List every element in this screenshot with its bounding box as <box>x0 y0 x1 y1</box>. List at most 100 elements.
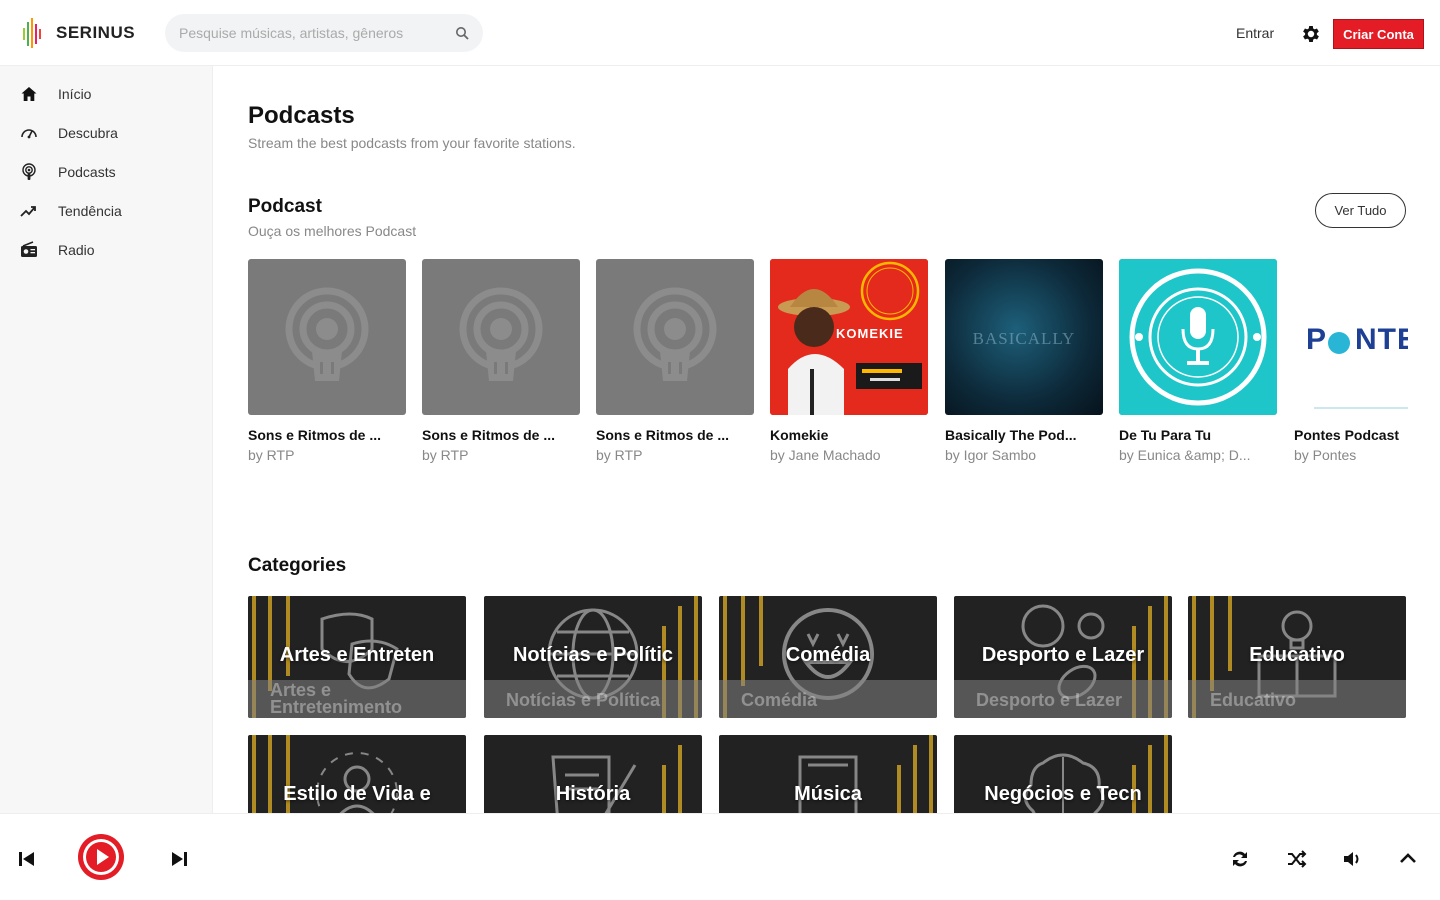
sidebar-item-label: Descubra <box>58 124 118 141</box>
podcast-title[interactable]: Sons e Ritmos de ... <box>596 427 754 443</box>
category-card-desporto[interactable]: Desporto e Lazer Desporto e Lazer <box>954 596 1172 718</box>
category-card-comedia[interactable]: Comédia Comédia <box>719 596 937 718</box>
category-name: Negócios e Tecn <box>984 783 1142 805</box>
category-card-musica[interactable]: Música <box>719 735 937 813</box>
repeat-button[interactable] <box>1228 847 1252 871</box>
category-label: Artes e Entretenimento <box>270 680 403 717</box>
category-name: História <box>555 783 631 805</box>
search-input[interactable] <box>179 25 455 41</box>
podcast-cover[interactable] <box>596 259 754 415</box>
see-all-button[interactable]: Ver Tudo <box>1315 193 1406 228</box>
category-name: Estilo de Vida e <box>283 783 431 805</box>
home-icon <box>21 86 37 101</box>
sidebar-item-trending[interactable]: Tendência <box>0 191 212 230</box>
podcast-card[interactable]: Sons e Ritmos de ... by RTP <box>422 259 580 463</box>
podcast-icon <box>22 162 36 180</box>
sidebar-item-label: Início <box>58 85 92 102</box>
expand-button[interactable] <box>1396 847 1420 871</box>
category-card-noticias[interactable]: Notícias e Polític Notícias e Política <box>484 596 702 718</box>
skip-previous-icon <box>19 852 34 866</box>
category-card-educativo[interactable]: Educativo Educativo <box>1188 596 1406 718</box>
podcast-author: by Pontes <box>1294 447 1357 463</box>
podcast-section-title: Podcast <box>248 196 322 217</box>
volume-button[interactable] <box>1340 847 1364 871</box>
skip-next-icon <box>172 852 187 866</box>
podcast-placeholder-icon <box>633 287 717 381</box>
komekie-logo-text: KOMEKIE <box>836 326 904 341</box>
podcast-card[interactable]: BASICALLY Basically The Pod... by Igor S… <box>945 259 1103 463</box>
podcast-carousel: Sons e Ritmos de ... by RTP Sons e Ritmo… <box>248 259 1408 469</box>
podcast-card[interactable]: Sons e Ritmos de ... by RTP <box>596 259 754 463</box>
gear-icon[interactable] <box>1300 23 1322 45</box>
sidebar-item-radio[interactable]: Radio <box>0 230 212 269</box>
play-icon <box>83 839 119 875</box>
podcast-title[interactable]: Sons e Ritmos de ... <box>248 427 406 443</box>
category-label: Educativo <box>1210 690 1297 710</box>
podcast-title[interactable]: Pontes Podcast <box>1294 427 1408 443</box>
create-account-button[interactable]: Criar Conta <box>1333 19 1424 49</box>
category-name: Artes e Entreten <box>279 644 435 666</box>
page-title: Podcasts <box>248 102 355 129</box>
sidebar-item-label: Radio <box>58 241 95 258</box>
category-name: Música <box>794 783 862 805</box>
podcast-cover[interactable] <box>248 259 406 415</box>
shuffle-button[interactable] <box>1284 847 1308 871</box>
app-name: SERINUS <box>56 23 136 42</box>
category-name: Comédia <box>785 644 871 666</box>
podcast-cover-pontes[interactable]: P NTE <box>1294 259 1408 415</box>
volume-icon <box>1344 852 1359 866</box>
podcast-card[interactable]: De Tu Para Tu by Eunica &amp; D... <box>1119 259 1277 463</box>
category-name: Notícias e Polític <box>512 644 674 666</box>
podcast-card[interactable]: Sons e Ritmos de ... by RTP <box>248 259 406 463</box>
podcast-author: by RTP <box>422 447 469 463</box>
podcast-cover-basically[interactable]: BASICALLY <box>945 259 1103 415</box>
search-icon[interactable] <box>455 26 469 40</box>
category-name: Educativo <box>1249 644 1345 666</box>
podcast-author: by RTP <box>596 447 643 463</box>
top-bar: SERINUS Entrar Criar Conta <box>0 0 1440 66</box>
podcast-card[interactable]: P NTE Pontes Podcast by Pontes <box>1294 259 1408 463</box>
page-subtitle: Stream the best podcasts from your favor… <box>248 135 576 151</box>
category-card-historia[interactable]: História <box>484 735 702 813</box>
podcast-card[interactable]: KOMEKIE Komekie by Jane Machado <box>770 259 928 463</box>
category-label: Desporto e Lazer <box>976 690 1123 710</box>
trending-icon <box>20 205 36 217</box>
basically-logo-text: BASICALLY <box>972 329 1076 348</box>
category-name: Desporto e Lazer <box>981 644 1145 666</box>
sidebar-item-podcasts[interactable]: Podcasts <box>0 152 212 191</box>
categories-title: Categories <box>248 555 347 576</box>
podcast-author: by Jane Machado <box>770 447 881 463</box>
play-button[interactable] <box>78 834 124 880</box>
podcast-section-subtitle: Ouça os melhores Podcast <box>248 223 417 239</box>
category-card-estilo-de-vida[interactable]: Estilo de Vida e <box>248 735 466 813</box>
podcast-cover-komekie[interactable]: KOMEKIE <box>770 259 928 415</box>
podcast-title[interactable]: Komekie <box>770 427 928 443</box>
podcast-placeholder-icon <box>459 287 543 381</box>
sidebar-item-discover[interactable]: Descubra <box>0 113 212 152</box>
category-card-negocios[interactable]: Negócios e Tecn <box>954 735 1172 813</box>
sidebar-item-home[interactable]: Início <box>0 74 212 113</box>
podcast-title[interactable]: Sons e Ritmos de ... <box>422 427 580 443</box>
podcast-cover-de-tu-para-tu[interactable] <box>1119 259 1277 415</box>
podcast-cover[interactable] <box>422 259 580 415</box>
repeat-icon <box>1233 851 1247 867</box>
podcast-author: by Eunica &amp; D... <box>1119 447 1251 463</box>
podcast-title[interactable]: Basically The Pod... <box>945 427 1103 443</box>
de-tu-para-tu-artwork <box>1119 259 1277 415</box>
podcast-author: by Igor Sambo <box>945 447 1037 463</box>
category-label: Comédia <box>741 690 818 710</box>
shuffle-icon <box>1288 850 1307 868</box>
previous-button[interactable] <box>16 848 38 870</box>
sidebar-item-label: Podcasts <box>58 163 116 180</box>
next-button[interactable] <box>168 848 190 870</box>
category-card-artes[interactable]: Artes e Entreten Artes e Entretenimento <box>248 596 466 718</box>
podcast-title[interactable]: De Tu Para Tu <box>1119 427 1277 443</box>
search-bar[interactable] <box>165 14 483 52</box>
login-link[interactable]: Entrar <box>1236 25 1274 41</box>
app-logo[interactable]: SERINUS <box>22 18 135 48</box>
sidebar: Início Descubra Podcasts Tendência Radio <box>0 66 213 813</box>
category-label: Notícias e Política <box>506 690 661 710</box>
podcast-author: by RTP <box>248 447 295 463</box>
podcast-placeholder-icon <box>285 287 369 381</box>
main-content: Podcasts Stream the best podcasts from y… <box>214 66 1440 813</box>
